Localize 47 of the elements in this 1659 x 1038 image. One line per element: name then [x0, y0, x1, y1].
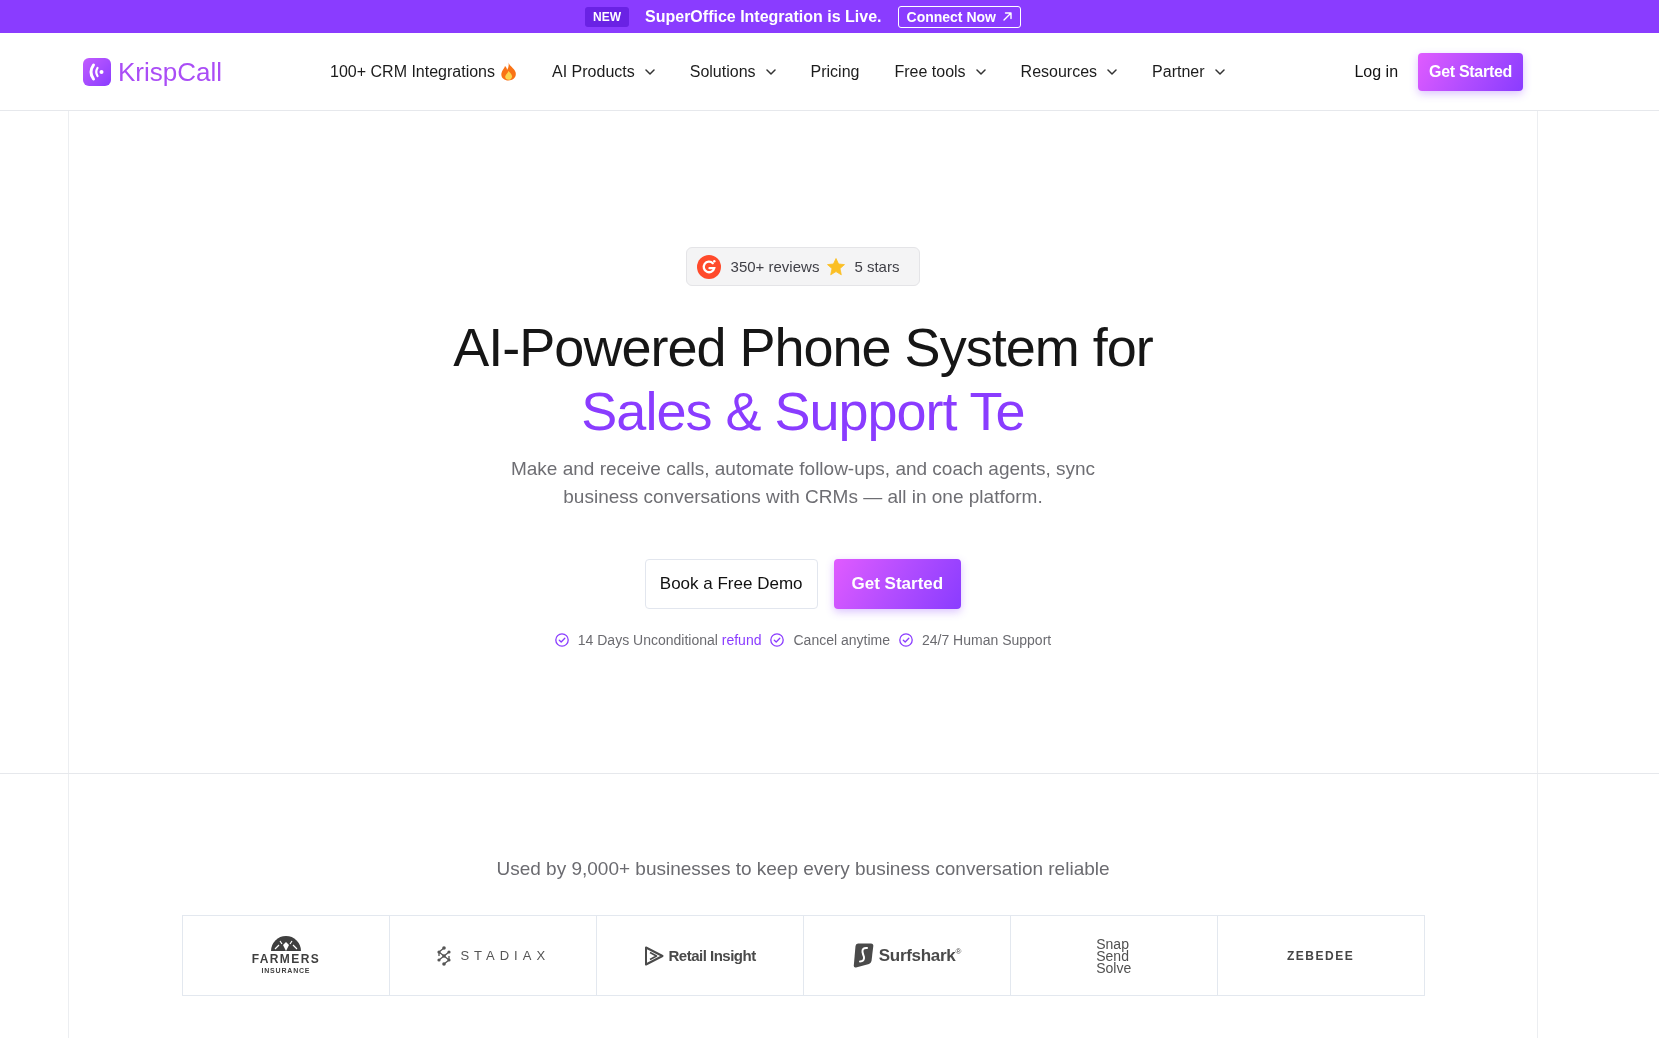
nav-menu[interactable]: Partner — [1152, 62, 1225, 81]
customers-caption: Used by 9,000+ businesses to keep every business conversation reliable — [496, 857, 1110, 881]
chevron-down-icon — [1107, 68, 1118, 75]
company-name: Snap Send Solve — [1096, 937, 1132, 974]
connected-dots-icon — [436, 945, 453, 966]
flame-icon — [500, 62, 517, 81]
check-circle-icon — [899, 633, 913, 647]
chevron-down-icon — [975, 68, 986, 75]
hero-heading: AI-Powered Phone System for Sales & Support Te — [453, 316, 1153, 443]
nav-link[interactable]: 100+ CRM Integrations — [330, 62, 517, 81]
assurance-text: 24/7 Human Support — [922, 632, 1052, 648]
company-name: Surfshark$^{®}$ — [878, 945, 962, 966]
logo-wordmark[interactable]: KrispCall — [118, 56, 223, 87]
reviews-count: 350+ reviews — [730, 258, 820, 275]
rating-text: 5 stars — [854, 258, 900, 275]
check-circle-icon — [770, 633, 785, 647]
assurance-text: 14 Days Unconditional refund — [577, 632, 762, 648]
book-demo-button[interactable]: Book a Free Demo — [644, 559, 818, 609]
company-name: ZEBEDEE — [1286, 948, 1355, 963]
get-started-button[interactable]: Get Started — [833, 559, 962, 609]
refund-link[interactable]: refund — [721, 632, 762, 648]
chevron-down-icon — [644, 68, 655, 75]
nav-menu[interactable]: Solutions — [689, 62, 776, 81]
get-started-button[interactable]: Get Started — [1418, 52, 1523, 91]
check-circle-icon — [554, 633, 569, 647]
nav-menu[interactable]: AI Products — [552, 62, 655, 81]
chevron-down-icon — [765, 68, 776, 75]
s-tile-icon — [852, 943, 874, 968]
star-icon — [827, 257, 846, 276]
company-name: Retail Insight — [668, 947, 756, 964]
play-triangle-icon — [644, 945, 665, 966]
nav-menu[interactable]: Resources — [1020, 62, 1118, 81]
new-badge: NEW — [585, 6, 629, 27]
company-name: STADIAX — [460, 948, 551, 963]
connect-now-button[interactable]: Connect Now — [897, 5, 1021, 28]
nav-menu[interactable]: Free tools — [894, 62, 986, 81]
arrow-up-right-icon — [1002, 12, 1012, 21]
login-link[interactable]: Log in — [1354, 62, 1399, 81]
company-name: FARMERS — [251, 953, 321, 966]
assurance-text: Cancel anytime — [793, 632, 890, 648]
logo-icon[interactable] — [83, 57, 111, 86]
review-logo-icon — [696, 254, 721, 279]
nav-link[interactable]: Pricing — [810, 62, 860, 81]
chevron-down-icon — [1214, 68, 1225, 75]
umbrella-icon — [270, 936, 301, 951]
hero-subtitle: Make and receive calls, automate follow-ups, and coach agents, sync business conversations with CRMs — all in one platform. — [509, 457, 1096, 509]
announcement-text: SuperOffice Integration is Live. — [645, 7, 882, 26]
